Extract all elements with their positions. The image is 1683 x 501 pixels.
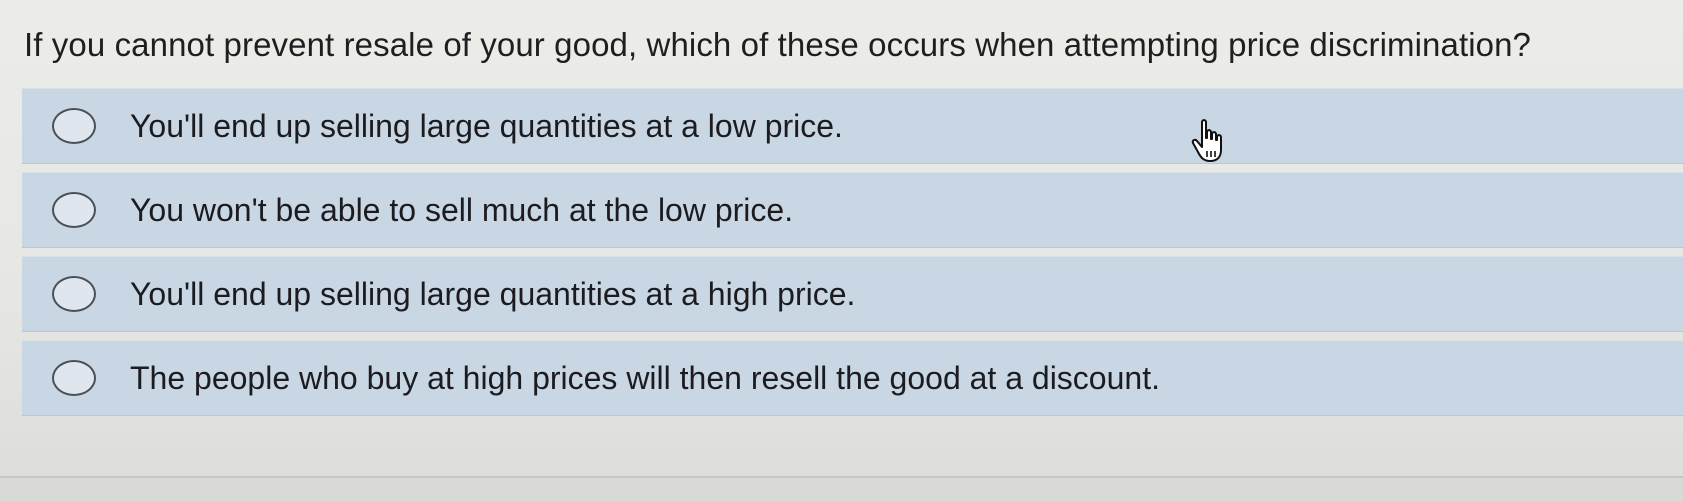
option-label: You won't be able to sell much at the lo… bbox=[130, 191, 794, 228]
option-label: You'll end up selling large quantities a… bbox=[130, 107, 843, 144]
option-label: The people who buy at high prices will t… bbox=[130, 359, 1160, 396]
answer-options: You'll end up selling large quantities a… bbox=[22, 88, 1683, 424]
option-3[interactable]: You'll end up selling large quantities a… bbox=[22, 256, 1683, 332]
option-1[interactable]: You'll end up selling large quantities a… bbox=[22, 88, 1683, 164]
question-text: If you cannot prevent resale of your goo… bbox=[24, 26, 1532, 63]
option-label: You'll end up selling large quantities a… bbox=[130, 275, 856, 312]
radio-unselected-icon[interactable] bbox=[52, 108, 96, 144]
hand-pointer-cursor-icon bbox=[1191, 119, 1222, 162]
option-4[interactable]: The people who buy at high prices will t… bbox=[22, 340, 1683, 416]
radio-unselected-icon[interactable] bbox=[52, 276, 96, 312]
option-2[interactable]: You won't be able to sell much at the lo… bbox=[22, 172, 1683, 248]
footer-strip bbox=[0, 478, 1683, 501]
radio-unselected-icon[interactable] bbox=[52, 360, 96, 396]
radio-unselected-icon[interactable] bbox=[52, 192, 96, 228]
